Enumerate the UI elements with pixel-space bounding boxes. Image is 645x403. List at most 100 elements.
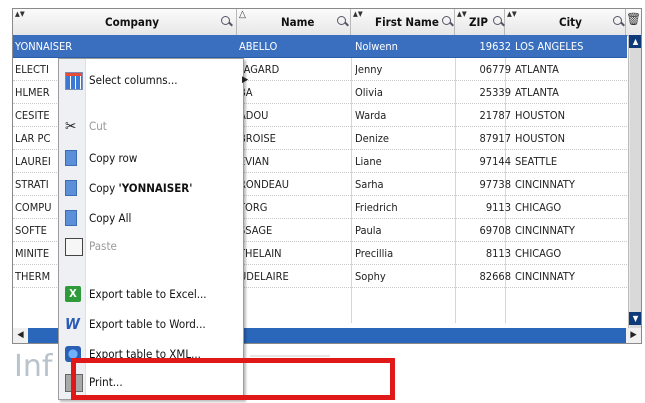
word-icon: W (65, 315, 80, 333)
copy-icon (65, 180, 77, 196)
cell-first-name: Friedrich (355, 201, 398, 214)
menu-label: Copy row (89, 151, 138, 165)
cell-name: ADOU (239, 109, 269, 122)
menu-item-export-excel[interactable]: X Export table to Excel... (59, 281, 243, 307)
cell-name: THELAIN (239, 247, 282, 260)
divider (250, 355, 330, 357)
scroll-thumb[interactable] (630, 48, 641, 328)
cell-name: SSAGE (239, 224, 273, 237)
magnifier-icon[interactable] (221, 16, 231, 28)
magnifier-icon[interactable] (493, 16, 503, 28)
cell-zip: 97144 (479, 155, 511, 168)
menu-item-copy-cell[interactable]: Copy 'YONNAISER' (59, 175, 243, 201)
sort-arrow-icon[interactable]: ▲▼ (353, 10, 363, 18)
menu-item-copy-all[interactable]: Copy All (59, 205, 243, 231)
cell-name: BA (239, 86, 253, 99)
excel-icon: X (65, 286, 81, 302)
cell-city: ATLANTA (515, 86, 559, 99)
context-menu: Select columns... ▶ ✂ Cut Copy row Copy … (58, 58, 248, 400)
menu-label: Export table to Excel... (89, 287, 207, 301)
menu-label: Copy All (89, 211, 132, 225)
column-label-company: Company (105, 15, 159, 29)
cell-name: RONDEAU (239, 178, 289, 191)
column-label-name: Name (281, 15, 315, 29)
sort-arrow-icon[interactable]: △ (239, 9, 246, 20)
cell-first-name: Liane (355, 155, 382, 168)
cell-city: CINCINNATY (515, 224, 575, 237)
cell-city: ATLANTA (515, 63, 559, 76)
cell-name: EVIAN (239, 155, 270, 168)
cell-zip: 06779 (479, 63, 511, 76)
column-header-city[interactable]: ▲▼ City (505, 9, 626, 35)
copy-icon (65, 150, 77, 166)
cell-city: CHICAGO (515, 247, 562, 260)
column-header-company[interactable]: ▲▼ Company (13, 9, 237, 35)
cell-zip: 97738 (479, 178, 511, 191)
magnifier-icon[interactable] (613, 16, 623, 28)
sort-arrow-icon[interactable]: ▲▼ (457, 10, 467, 18)
cell-first-name: Sarha (355, 178, 384, 191)
menu-label-value: 'YONNAISER' (118, 181, 193, 195)
scroll-down-icon[interactable]: ▼ (629, 312, 641, 325)
scroll-left-icon[interactable]: ◀ (13, 328, 28, 343)
cell-name: TORG (239, 201, 268, 214)
cell-company: YONNAISER (15, 40, 73, 53)
menu-label: Paste (89, 239, 117, 253)
magnifier-icon[interactable] (442, 16, 452, 28)
cell-city: HOUSTON (515, 132, 565, 145)
column-label-zip: ZIP (469, 15, 488, 29)
cell-zip: 21787 (479, 109, 511, 122)
cell-city: CHICAGO (515, 201, 562, 214)
column-header-name[interactable]: △ Name (237, 9, 351, 35)
magnifier-icon[interactable] (337, 16, 347, 28)
cell-first-name: Precillia (355, 247, 394, 260)
cell-zip: 19632 (479, 40, 511, 53)
column-label-city: City (559, 15, 582, 29)
cell-first-name: Paula (355, 224, 382, 237)
copy-icon (65, 210, 77, 226)
menu-item-paste[interactable]: Paste (59, 233, 243, 259)
cell-zip: 87917 (479, 132, 511, 145)
cell-zip: 25339 (479, 86, 511, 99)
menu-label-prefix: Copy (89, 181, 119, 195)
info-heading: Inf (14, 349, 53, 384)
vertical-scrollbar[interactable]: ▲ ▼ (628, 35, 641, 341)
column-header-first-name[interactable]: ▲▼ First Name (351, 9, 455, 35)
cell-zip: 82668 (479, 270, 511, 283)
trash-icon[interactable]: 🗑 (626, 12, 641, 32)
scroll-up-icon[interactable]: ▲ (629, 35, 641, 48)
menu-item-select-columns[interactable]: Select columns... ▶ (59, 67, 248, 93)
cell-city: LOS ANGELES (515, 40, 584, 53)
submenu-arrow-icon: ▶ (242, 75, 249, 85)
menu-item-copy-row[interactable]: Copy row (59, 145, 243, 171)
cell-first-name: Denize (355, 132, 390, 145)
menu-label: Copy 'YONNAISER' (89, 181, 192, 195)
cell-city: SEATTLE (515, 155, 558, 168)
print-highlight-box (71, 358, 395, 400)
menu-item-cut[interactable]: ✂ Cut (59, 113, 243, 139)
table-row-selected[interactable]: YONNAISER ABELLO Nolwenn 19632 LOS ANGEL… (13, 35, 627, 58)
scroll-right-icon[interactable]: ▶ (626, 328, 641, 343)
sort-arrow-icon[interactable]: ▲▼ (15, 10, 25, 18)
cell-first-name: Nolwenn (355, 40, 398, 53)
cell-city: CINCINNATY (515, 270, 575, 283)
clipboard-icon (65, 238, 83, 256)
columns-grid-icon (65, 72, 83, 90)
column-label-first-name: First Name (375, 15, 439, 29)
menu-label: Select columns... (89, 73, 178, 87)
cell-zip: 69708 (479, 224, 511, 237)
menu-label: Cut (89, 119, 107, 133)
cell-first-name: Sophy (355, 270, 386, 283)
menu-item-export-word[interactable]: W Export table to Word... (59, 311, 243, 337)
cell-zip: 8113 (485, 247, 511, 260)
cell-name: ABELLO (239, 40, 278, 53)
scissors-icon: ✂ (65, 117, 77, 135)
column-header-zip[interactable]: ▲▼ ZIP (455, 9, 505, 35)
cell-city: HOUSTON (515, 109, 565, 122)
cell-name: FAGARD (239, 63, 280, 76)
sort-arrow-icon[interactable]: ▲▼ (507, 10, 517, 18)
cell-name: UDELAIRE (239, 270, 289, 283)
cell-first-name: Olivia (355, 86, 383, 99)
menu-label: Export table to Word... (89, 317, 206, 331)
table-header: ▲▼ Company △ Name ▲▼ First Name ▲▼ ZIP ▲… (13, 9, 641, 36)
